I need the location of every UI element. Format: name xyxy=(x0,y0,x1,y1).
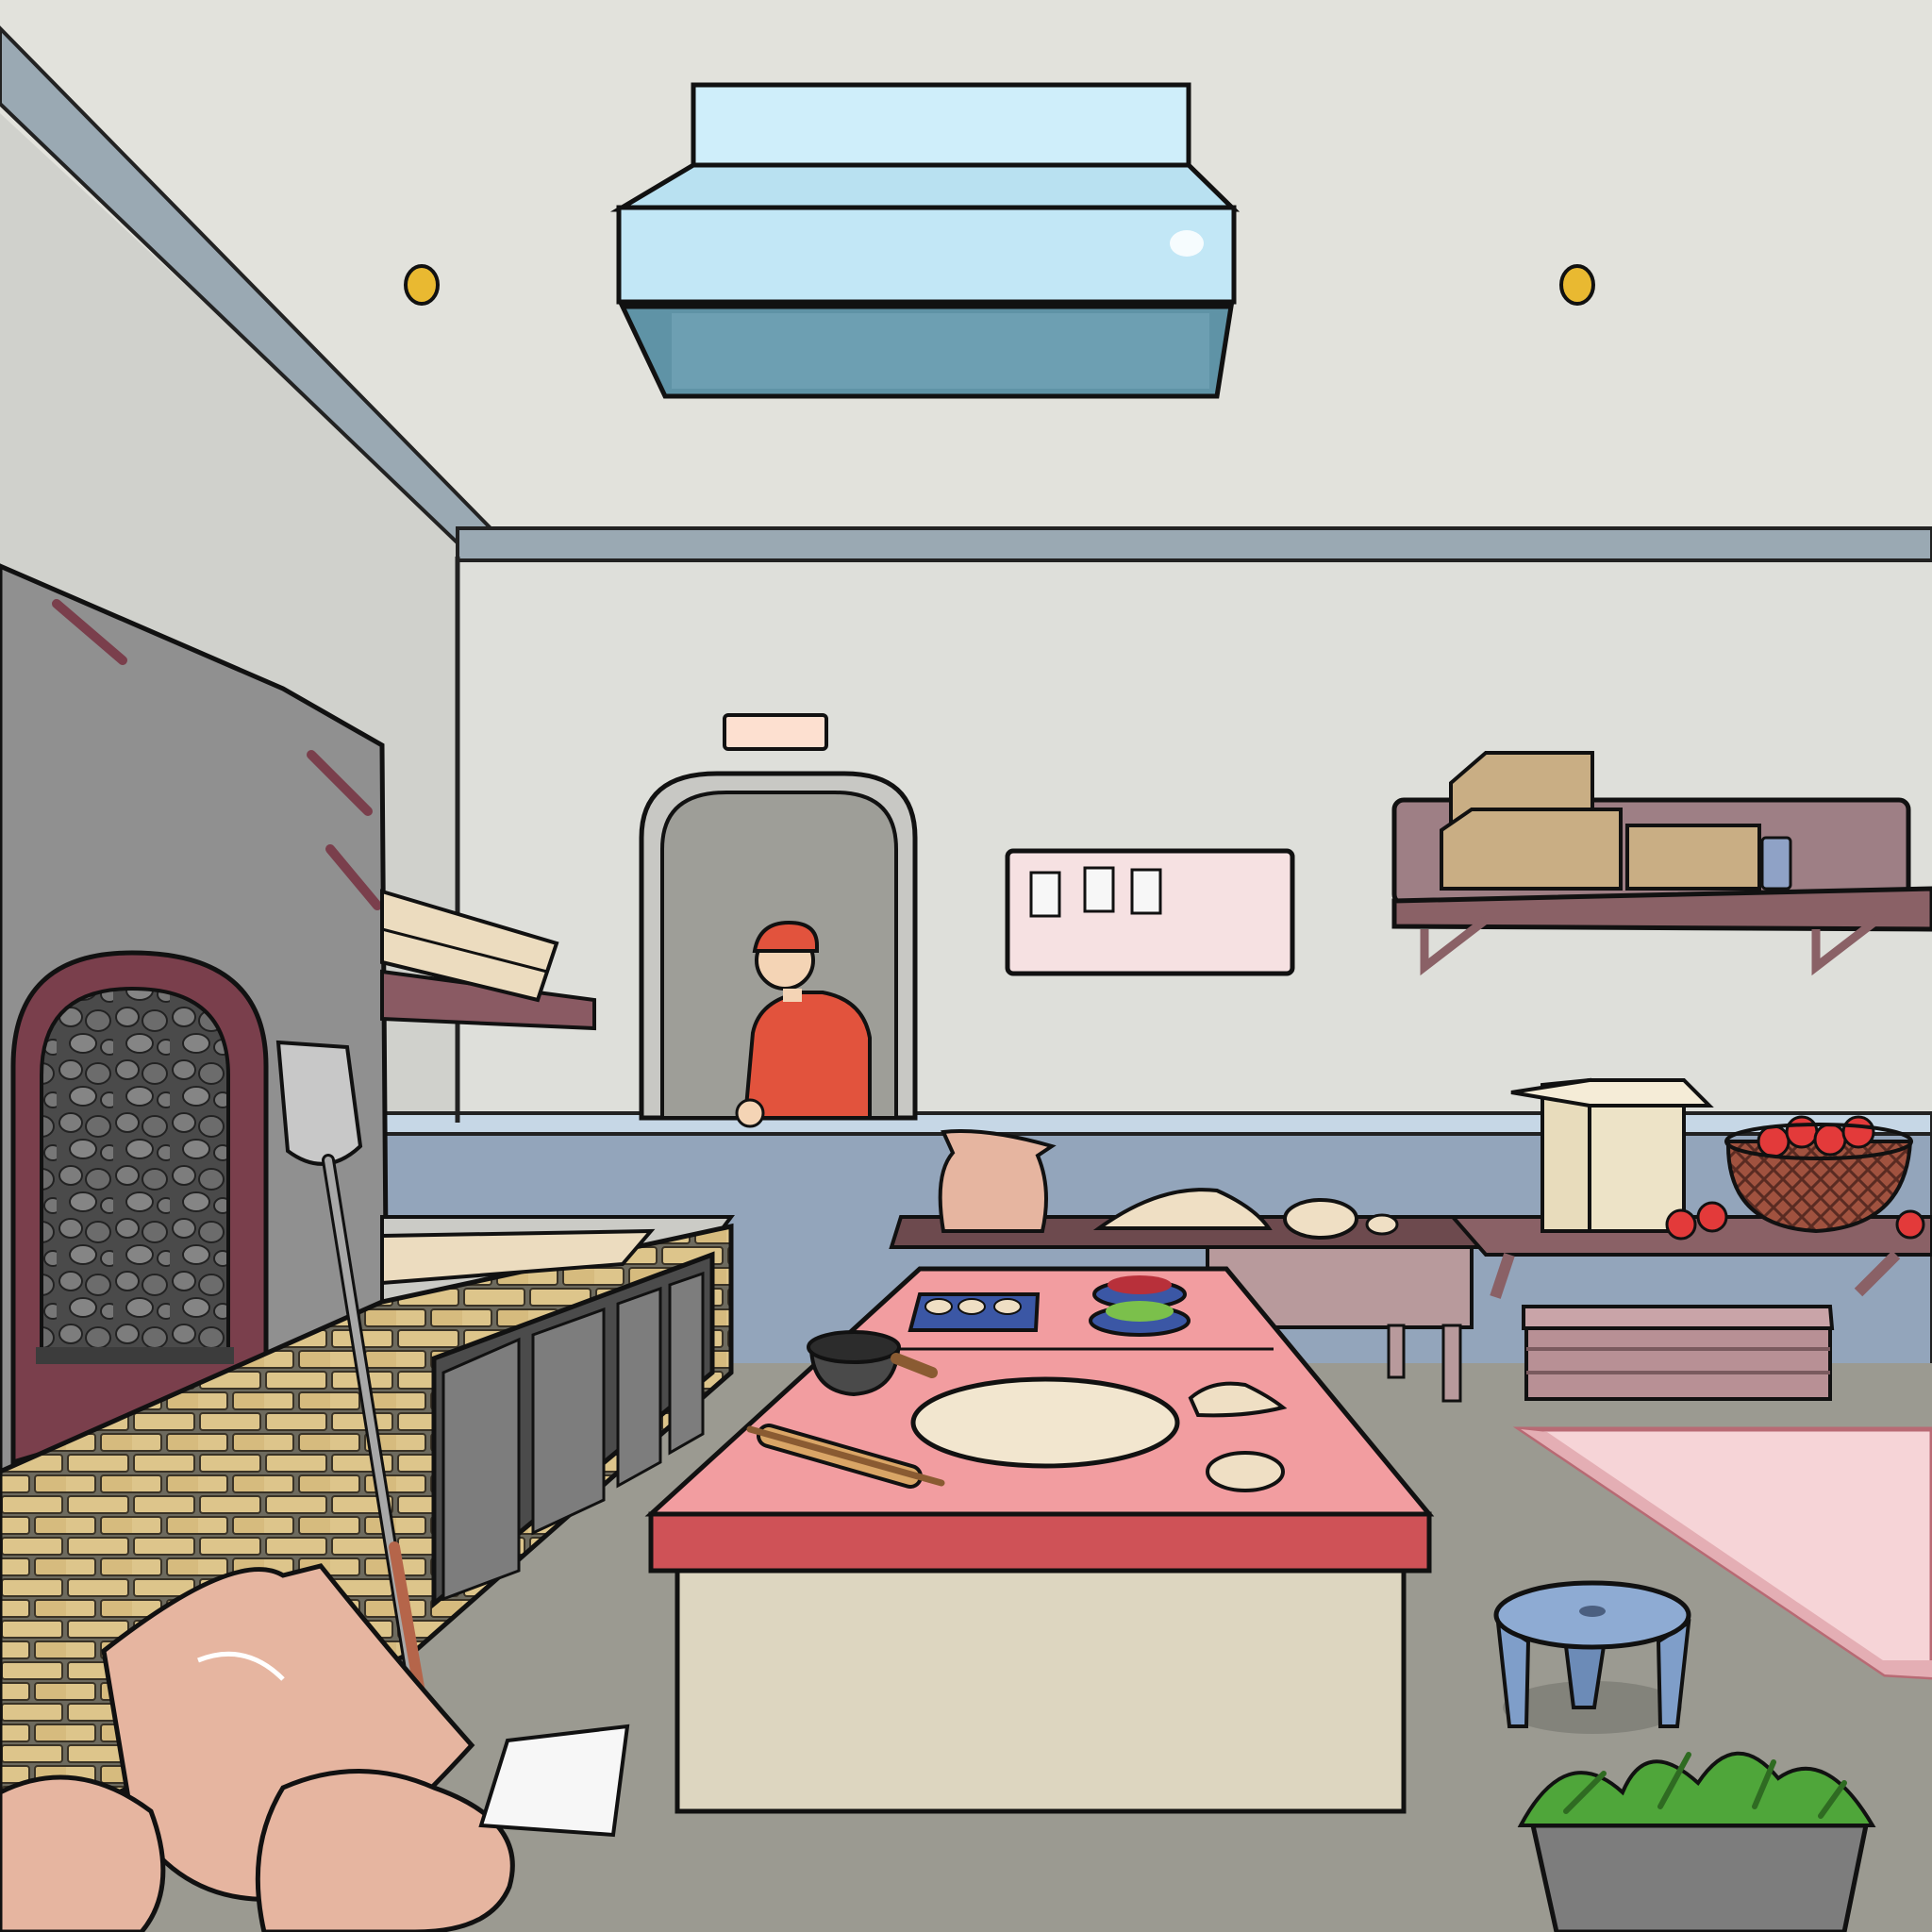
notice-board xyxy=(1005,848,1295,976)
flour-sack xyxy=(938,1129,1057,1233)
storage-crate xyxy=(1522,1305,1835,1401)
cardboard-box xyxy=(1510,1077,1714,1233)
ceiling-light-right xyxy=(1559,264,1595,306)
wainscot-ledge xyxy=(375,1111,1932,1136)
stool xyxy=(1493,1580,1691,1734)
shelf-box-left xyxy=(1440,808,1623,891)
kitchen-scene xyxy=(0,0,1932,1932)
range-hood xyxy=(609,82,1241,399)
shelf-jar xyxy=(1760,836,1792,891)
back-wall-trim xyxy=(456,526,1932,562)
greens-bucket xyxy=(1517,1751,1876,1932)
shelf-box-right xyxy=(1625,824,1761,891)
ceiling-light-left xyxy=(404,264,440,306)
dough-tray xyxy=(908,1292,1041,1332)
